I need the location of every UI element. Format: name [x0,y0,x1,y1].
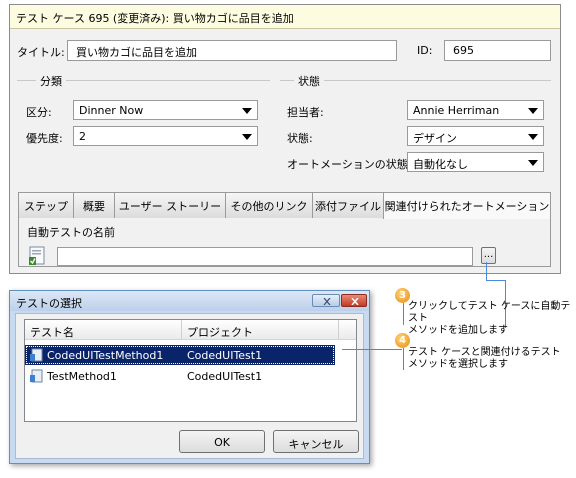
tab-label: ユーザー ストーリー [118,200,222,213]
tab-steps[interactable]: ステップ [18,192,74,218]
table-row[interactable]: CodedUITestMethod1 CodedUITest1 [25,345,335,365]
browse-button[interactable]: ... [481,247,496,264]
test-case-form: テスト ケース 695 (変更済み): 買い物カゴに品目を追加 タイトル: 買い… [9,4,561,274]
callout-4-leader [342,349,402,350]
table-row[interactable]: TestMethod1 CodedUITest1 [25,366,335,386]
tab-label: ステップ [24,200,68,213]
tab-label: その他のリンク [230,200,308,213]
test-list[interactable]: テスト名 プロジェクト CodedUITestMethod1 CodedUITe… [24,319,357,422]
area-dropdown[interactable]: Dinner Now [73,100,258,120]
tab-associated-automation[interactable]: 関連付けられたオートメーション [383,192,551,219]
assigned-to-label: 担当者: [287,106,324,119]
id-value: 695 [453,44,474,57]
close-button[interactable] [341,294,367,307]
chevron-down-icon [528,160,538,166]
chevron-down-icon [528,108,538,114]
chevron-down-icon [528,134,538,140]
callout-3-leader [486,280,505,281]
callout-3-line-2: メソッドを追加します [408,325,508,336]
test-file-icon [28,246,48,266]
tab-label: 添付ファイル [315,200,381,213]
test-name-cell: TestMethod1 [47,370,117,383]
dialog-body: テスト名 プロジェクト CodedUITestMethod1 CodedUITe… [15,313,364,459]
cancel-button[interactable]: キャンセル [273,430,359,453]
tab-attachments[interactable]: 添付ファイル [312,192,384,218]
column-header-label: プロジェクト [187,326,253,339]
test-name-cell: CodedUITestMethod1 [47,349,164,362]
tab-user-stories[interactable]: ユーザー ストーリー [114,192,226,218]
callout-3-rule [403,303,404,325]
test-method-icon [30,369,43,383]
tab-label: 概要 [83,200,105,213]
form-title: テスト ケース 695 (変更済み): 買い物カゴに品目を追加 [16,12,294,25]
automation-status-dropdown[interactable]: 自動化なし [407,152,544,172]
area-label: 区分: [26,106,52,119]
column-header-test-name[interactable]: テスト名 [25,320,182,340]
chevron-down-icon [242,134,252,140]
state-value: デザイン [413,132,457,145]
column-header-label: テスト名 [30,326,74,339]
ok-button-label: OK [214,436,230,449]
select-test-dialog: テストの選択 テスト名 プロジェクト CodedUITestMethod1 Co… [9,290,370,464]
project-cell: CodedUITest1 [187,349,263,362]
automated-test-name-field[interactable] [57,247,473,266]
id-field: 695 [444,40,551,61]
callout-4-line-2: メソッドを選択します [408,359,508,370]
callout-3-text: クリックしてテスト ケースに自動テスト メソッドを追加します [408,301,574,337]
priority-label: 優先度: [26,132,63,145]
project-cell: CodedUITest1 [187,370,263,383]
assigned-to-dropdown[interactable]: Annie Herriman [407,100,544,120]
question-icon [323,298,331,305]
ok-button[interactable]: OK [179,430,265,453]
callout-number: 4 [399,335,406,346]
assigned-to-value: Annie Herriman [413,104,500,117]
tab-other-links[interactable]: その他のリンク [225,192,313,218]
title-field[interactable]: 買い物カゴに品目を追加 [67,40,397,61]
callout-3-leader [486,262,487,280]
column-header-project[interactable]: プロジェクト [182,320,339,340]
priority-value: 2 [79,130,86,143]
automated-test-name-label: 自動テストの名前 [27,226,115,239]
callout-4-rule [403,348,404,370]
state-dropdown[interactable]: デザイン [407,126,544,146]
callout-4-line-1: テスト ケースと関連付けるテスト [408,347,561,358]
area-value: Dinner Now [79,104,144,117]
tab-summary[interactable]: 概要 [73,192,115,218]
callout-3-line-1: クリックしてテスト ケースに自動テスト [408,301,571,324]
close-icon [351,298,359,305]
tab-label: 関連付けられたオートメーション [384,200,550,213]
title-label: タイトル: [17,46,65,59]
automation-status-label: オートメーションの状態: [287,158,412,171]
id-label: ID: [417,44,433,57]
callout-4-badge: 4 [395,333,410,348]
state-label: 状態: [287,132,313,145]
callout-number: 3 [399,290,406,301]
title-value: 買い物カゴに品目を追加 [76,46,197,59]
help-button[interactable] [312,294,340,307]
status-heading: 状態 [294,73,324,89]
chevron-down-icon [242,108,252,114]
classification-heading: 分類 [36,73,66,89]
form-title-bar: テスト ケース 695 (変更済み): 買い物カゴに品目を追加 [10,5,560,29]
test-method-icon [30,348,43,362]
automation-status-value: 自動化なし [413,158,468,171]
cancel-button-label: キャンセル [288,438,344,451]
browse-button-label: ... [483,249,494,260]
dialog-title: テストの選択 [16,297,82,310]
priority-dropdown[interactable]: 2 [73,126,258,146]
column-header-filler [339,320,356,340]
dialog-title-bar: テストの選択 [10,291,369,311]
callout-4-text: テスト ケースと関連付けるテスト メソッドを選択します [408,347,574,371]
